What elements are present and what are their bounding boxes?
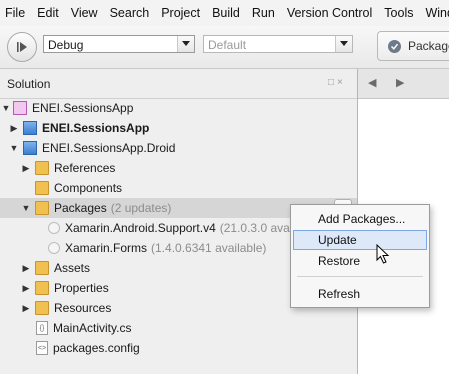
menu-item-restore[interactable]: Restore	[293, 251, 427, 271]
tree-label: Packages	[54, 201, 107, 215]
project-icon	[23, 121, 37, 135]
tree-label: Properties	[54, 281, 109, 295]
tree-label: Xamarin.Android.Support.v4	[65, 221, 216, 235]
package-version: (21.0.3.0 avail	[219, 221, 296, 235]
collapsed-arrow-icon[interactable]: ▶	[21, 283, 31, 293]
tree-label: ENEI.SessionsApp.Droid	[42, 141, 176, 155]
chevron-down-icon	[177, 36, 194, 52]
device-select[interactable]: Default	[203, 35, 353, 53]
menu-version-control[interactable]: Version Control	[281, 0, 378, 26]
updates-count: (2 updates)	[110, 201, 172, 215]
status-bar: Package	[377, 31, 449, 61]
context-menu: Add Packages... Update Restore Refresh	[290, 204, 430, 308]
tree-label: ENEI.SessionsApp	[42, 121, 150, 135]
toolbar: Debug Default Package	[0, 26, 449, 69]
tree-label: Resources	[54, 301, 112, 315]
configuration-select[interactable]: Debug	[43, 35, 195, 53]
menu-run[interactable]: Run	[246, 0, 281, 26]
folder-icon	[35, 281, 49, 295]
expanded-arrow-icon[interactable]: ▼	[1, 103, 11, 113]
device-value: Default	[208, 38, 247, 52]
solution-pad-header: Solution □×	[0, 69, 357, 99]
expanded-arrow-icon[interactable]: ▼	[9, 143, 19, 153]
tree-label: Xamarin.Forms	[65, 241, 148, 255]
run-button[interactable]	[7, 32, 37, 62]
package-icon	[48, 222, 60, 234]
tree-row-references[interactable]: ▶ References	[0, 158, 357, 178]
tree-label: MainActivity.cs	[53, 321, 132, 335]
editor-tab-strip: ◀ ▶	[358, 69, 449, 99]
menu-tools[interactable]: Tools	[378, 0, 419, 26]
collapsed-arrow-icon[interactable]: ▶	[21, 263, 31, 273]
tree-label: Components	[54, 181, 123, 195]
menu-item-update[interactable]: Update	[293, 230, 427, 250]
folder-icon	[35, 201, 49, 215]
play-icon	[17, 42, 27, 52]
pad-title: Solution	[7, 77, 51, 91]
tree-label: Assets	[54, 261, 91, 275]
tree-row-solution[interactable]: ▼ ENEI.SessionsApp	[0, 98, 357, 118]
tree-label: ENEI.SessionsApp	[32, 101, 134, 115]
chevron-down-icon	[335, 36, 352, 52]
package-version: (1.4.0.6341 available)	[151, 241, 267, 255]
nav-back-icon[interactable]: ◀	[368, 76, 376, 89]
status-text: Package	[408, 39, 449, 53]
folder-icon	[35, 161, 49, 175]
menu-build[interactable]: Build	[206, 0, 246, 26]
expanded-arrow-icon[interactable]: ▼	[21, 203, 31, 213]
menu-view[interactable]: View	[65, 0, 104, 26]
collapsed-arrow-icon[interactable]: ▶	[21, 163, 31, 173]
tree-row-droid-project[interactable]: ▼ ENEI.SessionsApp.Droid	[0, 138, 357, 158]
tree-row-components[interactable]: Components	[0, 178, 357, 198]
cs-file-icon: {}	[36, 321, 48, 335]
menu-edit[interactable]: Edit	[31, 0, 65, 26]
folder-icon	[35, 301, 49, 315]
menu-item-add-packages[interactable]: Add Packages...	[293, 209, 427, 229]
menu-file[interactable]: File	[0, 0, 31, 26]
collapsed-arrow-icon[interactable]: ▶	[21, 303, 31, 313]
folder-icon	[35, 181, 49, 195]
mouse-pointer-icon	[376, 244, 390, 264]
configuration-value: Debug	[48, 38, 84, 52]
tree-label: References	[54, 161, 116, 175]
pad-window-buttons[interactable]: □×	[328, 77, 346, 88]
tree-row-main-activity[interactable]: {} MainActivity.cs	[0, 318, 357, 338]
menu-item-refresh[interactable]: Refresh	[293, 284, 427, 304]
menu-bar: File Edit View Search Project Build Run …	[0, 0, 449, 27]
menu-window[interactable]: Wind	[419, 0, 449, 26]
collapsed-arrow-icon[interactable]: ▶	[9, 123, 19, 133]
menu-project[interactable]: Project	[155, 0, 206, 26]
nav-forward-icon[interactable]: ▶	[396, 76, 404, 89]
menu-search[interactable]: Search	[104, 0, 156, 26]
tree-label: packages.config	[53, 341, 140, 355]
solution-icon	[13, 101, 27, 115]
project-icon	[23, 141, 37, 155]
menu-separator	[297, 276, 423, 277]
config-file-icon: <>	[36, 341, 48, 355]
tree-row-packages-config[interactable]: <> packages.config	[0, 338, 357, 358]
folder-icon	[35, 261, 49, 275]
tree-row-project[interactable]: ▶ ENEI.SessionsApp	[0, 118, 357, 138]
check-circle-icon	[388, 39, 401, 53]
package-icon	[48, 242, 60, 254]
